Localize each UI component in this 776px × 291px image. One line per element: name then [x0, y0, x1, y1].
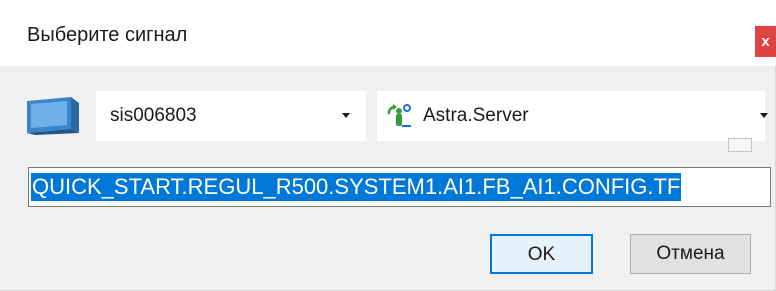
chevron-down-icon[interactable]	[342, 113, 350, 118]
host-select[interactable]: sis006803	[96, 91, 366, 141]
computer-icon	[27, 97, 79, 135]
opc-server-icon	[387, 104, 411, 127]
close-button[interactable]: x	[755, 26, 776, 57]
dialog-title: Выберите сигнал	[27, 24, 188, 46]
chevron-down-icon[interactable]	[760, 113, 768, 118]
title-bar: Выберите сигнал x	[0, 0, 776, 66]
select-signal-dialog: Выберите сигнал x sis006803 Astra.Server…	[0, 0, 776, 291]
server-select[interactable]: Astra.Server	[377, 91, 768, 141]
ok-button[interactable]: OK	[490, 234, 593, 274]
tag-path-input[interactable]: QUICK_START.REGUL_R500.SYSTEM1.AI1.FB_AI…	[28, 167, 771, 207]
cancel-button[interactable]: Отмена	[630, 234, 751, 274]
server-select-value: Astra.Server	[423, 105, 529, 126]
resize-grip[interactable]	[728, 138, 752, 152]
host-select-value: sis006803	[110, 105, 197, 126]
tag-path-text: QUICK_START.REGUL_R500.SYSTEM1.AI1.FB_AI…	[31, 173, 682, 201]
